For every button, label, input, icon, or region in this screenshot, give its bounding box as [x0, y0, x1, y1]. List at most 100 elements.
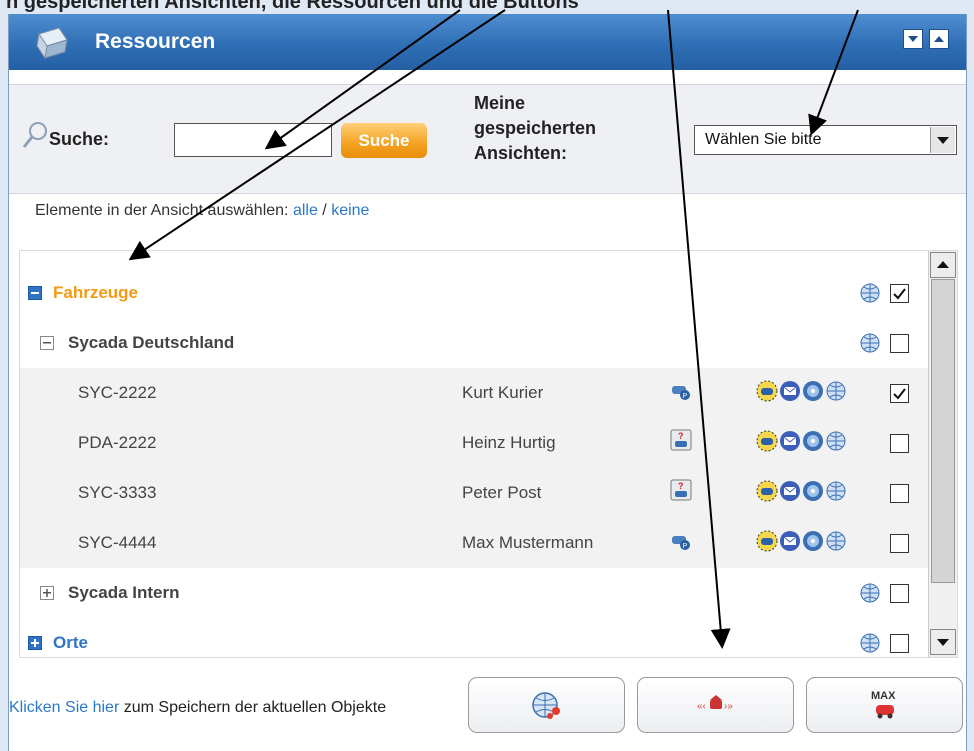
group-label: Sycada Deutschland [68, 333, 235, 352]
tree-group-orte[interactable]: Orte [20, 618, 928, 657]
route-icon[interactable] [802, 380, 824, 402]
globe-icon[interactable] [859, 582, 881, 604]
vehicle-driver: Heinz Hurtig [462, 433, 556, 452]
tree-group-sycada-deutschland[interactable]: Sycada Deutschland [20, 318, 928, 368]
car-locate-icon[interactable] [756, 430, 778, 452]
group-checkbox[interactable] [890, 284, 909, 303]
globe-icon[interactable] [859, 332, 881, 354]
save-view-link[interactable]: Klicken Sie hier [9, 699, 119, 716]
expand-icon[interactable] [28, 636, 42, 650]
route-icon[interactable] [802, 430, 824, 452]
selection-prefix: Elemente in der Ansicht auswählen: [35, 202, 293, 219]
route-icon[interactable] [802, 480, 824, 502]
message-icon[interactable] [779, 480, 801, 502]
globe-icon[interactable] [825, 530, 847, 552]
scroll-down-button[interactable] [930, 629, 956, 655]
globe-icon[interactable] [825, 480, 847, 502]
search-input[interactable] [174, 123, 332, 157]
ressourcen-panel: Ressourcen Suche: Suche Meine gespeicher… [8, 14, 967, 751]
svg-text:«‹: «‹ [697, 701, 706, 712]
vehicle-driver: Peter Post [462, 483, 542, 502]
tree-group-sycada-intern[interactable]: Sycada Intern [20, 568, 928, 618]
vehicle-row[interactable]: SYC-3333 Peter Post ? [20, 468, 928, 518]
vehicle-checkbox[interactable] [890, 384, 909, 403]
tree-group-fahrzeuge[interactable]: Fahrzeuge [20, 268, 928, 318]
vehicle-checkbox[interactable] [890, 534, 909, 553]
unknown-car-icon: ? [670, 479, 692, 501]
max-label: MAX [871, 690, 896, 702]
svg-text:?: ? [678, 431, 684, 441]
group-label: Sycada Intern [68, 583, 180, 602]
search-button[interactable]: Suche [341, 123, 427, 158]
vehicle-row[interactable]: SYC-2222 Kurt Kurier P [20, 368, 928, 418]
max-button[interactable]: MAX [806, 677, 963, 733]
resource-tree: Fahrzeuge Sycada Deutschland SYC-2222 Ku… [19, 250, 958, 658]
route-icon[interactable] [802, 530, 824, 552]
car-locate-icon[interactable] [756, 380, 778, 402]
group-checkbox[interactable] [890, 634, 909, 653]
saved-views-label: Meine gespeicherten Ansichten: [474, 93, 597, 163]
saved-views-select[interactable]: Wählen Sie bitte [694, 125, 957, 155]
vehicle-id: SYC-4444 [78, 533, 157, 552]
select-all-link[interactable]: alle [293, 202, 318, 219]
saved-views-value: Wählen Sie bitte [705, 131, 822, 148]
search-icon [22, 122, 47, 148]
footer-description: zum Speichern der aktuellen Objekte [119, 699, 387, 716]
vehicle-driver: Max Mustermann [462, 533, 594, 552]
center-vehicle-icon: «‹ ›» [697, 695, 733, 712]
minimize-icon [908, 36, 918, 42]
minimize-button[interactable] [903, 29, 923, 49]
parked-car-icon: P [672, 386, 690, 400]
group-label: Orte [53, 633, 88, 652]
tree-scrollbar[interactable] [928, 251, 957, 657]
message-icon[interactable] [779, 380, 801, 402]
scroll-up-button[interactable] [930, 252, 956, 278]
max-vehicle-icon: MAX [871, 690, 896, 719]
vehicle-id: SYC-2222 [78, 383, 157, 402]
ressourcen-icon [36, 27, 68, 60]
svg-text:P: P [683, 393, 688, 400]
group-checkbox[interactable] [890, 584, 909, 603]
chevron-down-icon[interactable] [930, 127, 955, 153]
parked-car-icon: P [672, 536, 690, 550]
show-all-on-map-button[interactable] [468, 677, 625, 733]
scroll-thumb[interactable] [931, 279, 955, 583]
selection-separator: / [317, 202, 332, 219]
title-bar: Ressourcen [9, 14, 966, 70]
group-checkbox[interactable] [890, 334, 909, 353]
vehicle-driver: Kurt Kurier [462, 383, 544, 402]
car-locate-icon[interactable] [756, 480, 778, 502]
maximize-icon [934, 36, 944, 42]
arrow-up-icon [937, 261, 949, 268]
svg-text:P: P [683, 543, 688, 550]
center-vehicles-button[interactable]: «‹ ›» [637, 677, 794, 733]
svg-text:?: ? [678, 481, 684, 491]
selection-line: Elemente in der Ansicht auswählen: alle … [35, 202, 369, 220]
maximize-button[interactable] [929, 29, 949, 49]
annotation-banner: n gespeicherten Ansichten, die Ressource… [0, 0, 974, 14]
vehicle-row[interactable]: SYC-4444 Max Mustermann P [20, 518, 928, 568]
collapse-icon[interactable] [28, 286, 42, 300]
vehicle-id: PDA-2222 [78, 433, 157, 452]
globe-icon[interactable] [859, 632, 881, 654]
message-icon[interactable] [779, 530, 801, 552]
svg-text:›»: ›» [724, 701, 733, 712]
panel-title: Ressourcen [95, 30, 216, 53]
unknown-car-icon: ? [670, 429, 692, 451]
globe-icon[interactable] [825, 430, 847, 452]
globe-network-icon [531, 692, 560, 719]
vehicle-id: SYC-3333 [78, 483, 157, 502]
collapse-icon[interactable] [40, 336, 54, 350]
select-none-link[interactable]: keine [331, 202, 369, 219]
message-icon[interactable] [779, 430, 801, 452]
vehicle-checkbox[interactable] [890, 434, 909, 453]
vehicle-row[interactable]: PDA-2222 Heinz Hurtig ? [20, 418, 928, 468]
group-label: Fahrzeuge [53, 283, 139, 302]
search-label: Suche: [49, 129, 110, 149]
globe-icon[interactable] [859, 282, 881, 304]
globe-icon[interactable] [825, 380, 847, 402]
car-locate-icon[interactable] [756, 530, 778, 552]
vehicle-checkbox[interactable] [890, 484, 909, 503]
footer-text: Klicken Sie hier zum Speichern der aktue… [9, 694, 464, 721]
expand-icon[interactable] [40, 586, 54, 600]
